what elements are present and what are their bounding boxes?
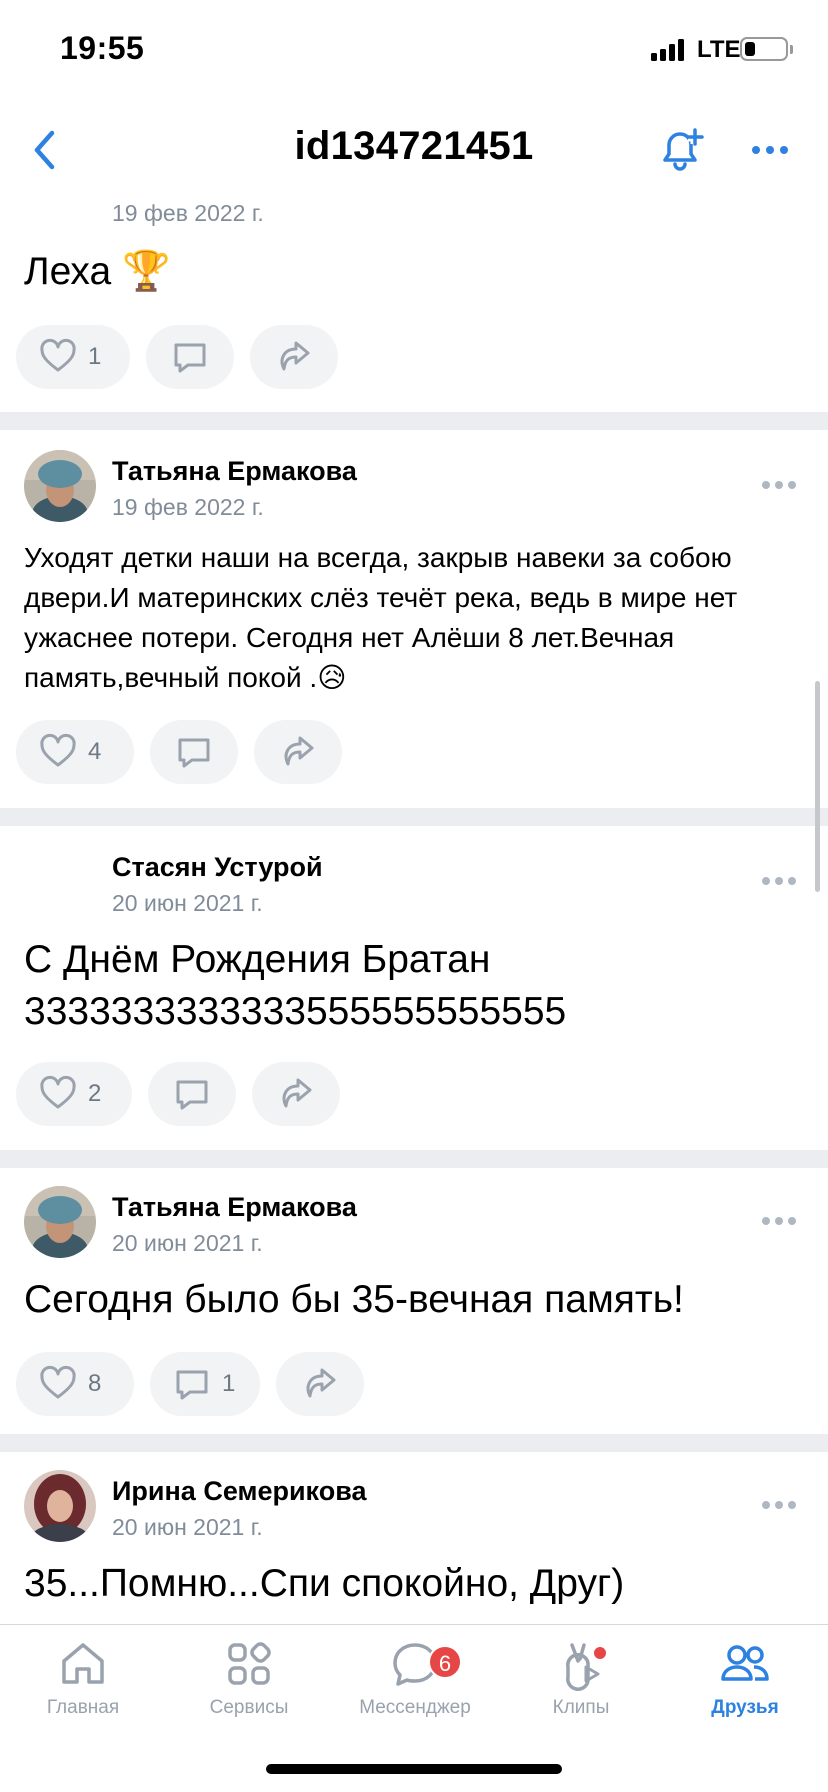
navigation-header: id134721451	[0, 100, 828, 200]
avatar[interactable]	[24, 1470, 96, 1542]
post-more-button[interactable]	[762, 1206, 806, 1234]
post-author[interactable]: Татьяна Ермакова	[112, 1192, 357, 1223]
comment-button[interactable]: 1	[150, 1352, 260, 1416]
avatar[interactable]	[24, 450, 96, 522]
tab-label: Клипы	[552, 1697, 610, 1718]
tab-services[interactable]: Сервисы	[166, 1637, 332, 1747]
more-horizontal-icon	[752, 146, 788, 154]
post-text: С Днём Рождения Братан 33333333333335555…	[24, 938, 567, 1033]
share-button[interactable]	[252, 1062, 340, 1126]
like-count: 4	[88, 738, 102, 765]
comment-icon	[174, 343, 206, 373]
post-separator	[0, 412, 828, 430]
avatar[interactable]	[24, 1186, 96, 1258]
like-button[interactable]: 1	[16, 325, 130, 389]
share-button[interactable]	[254, 720, 342, 784]
tab-home[interactable]: Главная	[0, 1637, 166, 1747]
like-count: 8	[88, 1370, 102, 1397]
post-date: 19 фев 2022 г.	[112, 494, 264, 520]
unread-badge: 6	[428, 1645, 462, 1679]
share-button[interactable]	[276, 1352, 364, 1416]
scroll-indicator[interactable]	[815, 681, 820, 892]
comment-button[interactable]	[148, 1062, 236, 1126]
home-icon	[62, 1643, 104, 1684]
services-icon	[228, 1642, 271, 1685]
post-date: 19 фев 2022 г.	[112, 200, 264, 226]
like-count: 2	[88, 1080, 102, 1107]
like-button[interactable]: 8	[16, 1352, 134, 1416]
tab-messenger[interactable]: 6 Мессенджер	[332, 1637, 498, 1747]
share-button[interactable]	[250, 325, 338, 389]
post-separator	[0, 1434, 828, 1452]
tab-clips[interactable]: Клипы	[498, 1637, 664, 1747]
friends-icon	[721, 1645, 769, 1681]
tab-label: Главная	[46, 1697, 120, 1718]
post-author[interactable]: Ирина Семерикова	[112, 1476, 366, 1507]
comment-icon	[178, 738, 210, 768]
comment-icon	[176, 1370, 208, 1400]
comment-count: 1	[222, 1370, 236, 1397]
network-label: LTE	[697, 36, 741, 63]
subscribe-notifications-button[interactable]	[650, 120, 710, 180]
status-time: 19:55	[60, 30, 145, 66]
share-icon	[282, 1078, 312, 1108]
share-icon	[284, 736, 314, 766]
tab-label: Друзья	[711, 1697, 779, 1718]
post-more-button[interactable]	[762, 1490, 806, 1518]
signal-icon	[651, 39, 687, 61]
post-date: 20 июн 2021 г.	[112, 890, 263, 916]
comment-icon	[176, 1080, 208, 1110]
post-text: Сегодня было бы 35-вечная память!	[24, 1278, 684, 1321]
like-count: 1	[88, 343, 102, 370]
post-text: Уходят детки наши на всегда, закрыв наве…	[24, 542, 738, 693]
post-date: 20 июн 2021 г.	[112, 1230, 263, 1256]
more-options-button[interactable]	[740, 120, 800, 180]
post-more-button[interactable]	[762, 470, 806, 498]
post-more-button[interactable]	[762, 866, 806, 894]
post-author[interactable]: Татьяна Ермакова	[112, 456, 357, 487]
post-separator	[0, 1150, 828, 1168]
post-author[interactable]: Стасян Устурой	[112, 852, 323, 883]
comment-button[interactable]	[146, 325, 234, 389]
like-button[interactable]: 4	[16, 720, 134, 784]
post-text: 35...Помню...Спи спокойно, Друг)	[24, 1562, 625, 1605]
status-bar: 19:55 LTE	[0, 0, 828, 100]
battery-icon	[740, 37, 793, 61]
tab-label: Сервисы	[209, 1697, 289, 1718]
heart-icon	[40, 1075, 76, 1109]
comment-button[interactable]	[150, 720, 238, 784]
heart-icon	[40, 733, 76, 767]
home-indicator[interactable]	[266, 1764, 562, 1774]
share-icon	[306, 1368, 336, 1398]
post-text: Леха 🏆	[24, 250, 171, 293]
tab-friends[interactable]: Друзья	[662, 1637, 828, 1747]
clips-icon	[566, 1643, 600, 1691]
share-icon	[280, 341, 310, 371]
post-date: 20 июн 2021 г.	[112, 1514, 263, 1540]
bell-plus-icon	[663, 128, 704, 171]
post-separator	[0, 808, 828, 826]
tab-label: Мессенджер	[359, 1697, 471, 1718]
wall-feed[interactable]: 19 фев 2022 г. Леха 🏆 1 Татьяна Ермакова…	[0, 200, 828, 1624]
heart-icon	[40, 338, 76, 372]
new-clips-dot	[594, 1647, 606, 1659]
heart-icon	[40, 1365, 76, 1399]
like-button[interactable]: 2	[16, 1062, 132, 1126]
